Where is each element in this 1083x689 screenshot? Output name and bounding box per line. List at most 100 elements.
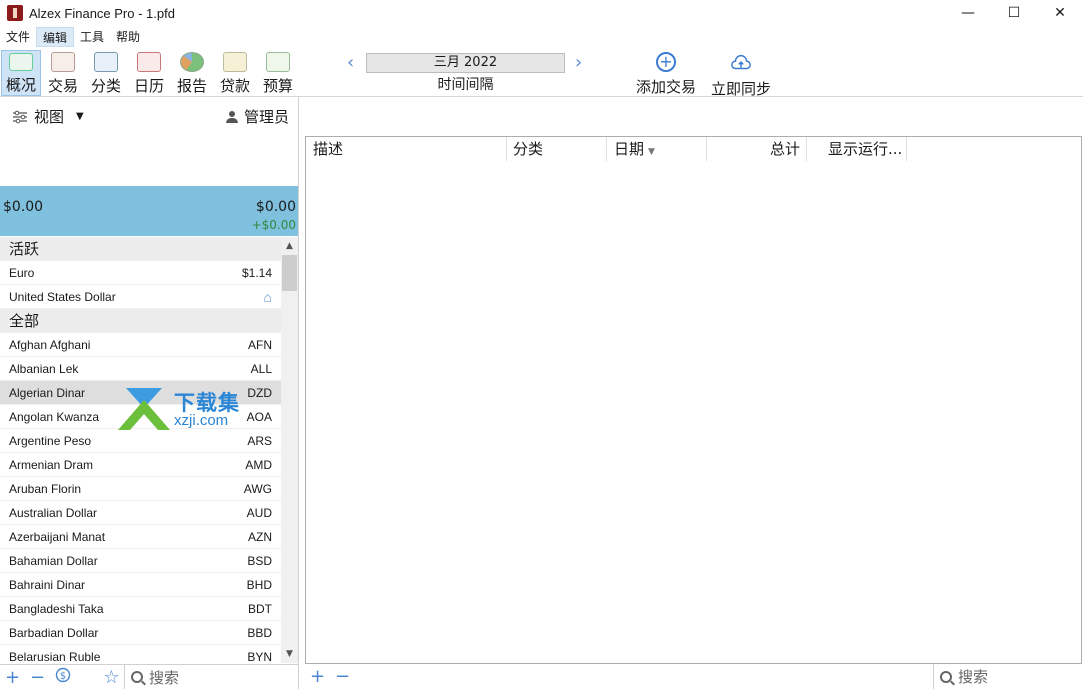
add-currency-button[interactable]: + (0, 667, 25, 688)
overview-icon (9, 53, 33, 71)
user-button[interactable]: 管理员 (226, 106, 289, 127)
currency-name: Albanian Lek (9, 361, 79, 376)
scroll-down-icon[interactable]: ▼ (281, 646, 298, 662)
right-footer: + − 搜索 (305, 664, 1083, 689)
app-logo-icon (7, 5, 23, 21)
add-transaction-button[interactable]: + 添加交易 (636, 52, 696, 97)
list-item[interactable]: Barbadian Dollar BBD (0, 621, 281, 645)
list-item[interactable]: Belarusian Ruble BYN (0, 645, 281, 664)
user-label: 管理员 (244, 108, 290, 126)
column-running-balance[interactable]: 显示运行... (807, 137, 907, 161)
panel-divider[interactable] (298, 97, 299, 689)
currency-code: BHD (246, 577, 272, 592)
menu-tools[interactable]: 工具 (74, 27, 110, 47)
add-transaction-footer-button[interactable]: + (305, 666, 330, 687)
watermark-logo-icon (118, 388, 170, 430)
tab-loans[interactable]: 贷款 (215, 50, 255, 96)
currency-name: Bangladeshi Taka (9, 601, 104, 616)
close-button[interactable]: ✕ (1037, 0, 1083, 26)
list-item[interactable]: Bahamian Dollar BSD (0, 549, 281, 573)
active-section-header: 活跃 (0, 237, 281, 261)
column-description[interactable]: 描述 (306, 137, 507, 161)
list-item[interactable]: Armenian Dram AMD (0, 453, 281, 477)
column-total[interactable]: 总计 (707, 137, 807, 161)
period-label: 时间间隔 (437, 77, 494, 93)
column-date[interactable]: 日期 ▼ (607, 137, 707, 161)
list-item[interactable]: Afghan Afghani AFN (0, 333, 281, 357)
tab-budget-label: 预算 (262, 77, 293, 95)
column-category[interactable]: 分类 (507, 137, 607, 161)
currency-code: ARS (247, 433, 272, 448)
transactions-table: 描述 分类 日期 ▼ 总计 显示运行... (305, 136, 1082, 664)
currency-name: Angolan Kwanza (9, 409, 100, 424)
menu-edit[interactable]: 编辑 (36, 27, 75, 47)
remove-currency-button[interactable]: − (25, 667, 50, 688)
view-label: 视图 (34, 108, 65, 126)
minimize-button[interactable]: — (945, 0, 991, 26)
tab-transactions[interactable]: 交易 (43, 50, 83, 96)
balance-left: $0.00 (3, 199, 44, 215)
balance-change: +$0.00 (251, 218, 296, 232)
currency-list: 活跃 Euro $1.14 United States Dollar ⌂ 全部 … (0, 237, 281, 663)
list-item[interactable]: Aruban Florin AWG (0, 477, 281, 501)
currency-name: Algerian Dinar (9, 385, 86, 400)
maximize-button[interactable]: ☐ (991, 0, 1037, 26)
svg-text:$: $ (59, 671, 65, 682)
view-dropdown[interactable]: 视图 ▼ (12, 106, 84, 127)
list-item[interactable]: United States Dollar ⌂ (0, 285, 281, 309)
list-item[interactable]: Azerbaijani Manat AZN (0, 525, 281, 549)
tab-reports[interactable]: 报告 (172, 50, 212, 96)
currency-code: AUD (246, 505, 272, 520)
list-scrollbar[interactable]: ▲ ▼ (281, 237, 298, 663)
currency-code: ALL (250, 361, 272, 376)
previous-period-button[interactable]: ‹ (347, 52, 354, 73)
menu-file[interactable]: 文件 (0, 27, 36, 47)
currency-code: BDT (248, 601, 272, 616)
home-icon: ⌂ (263, 288, 272, 305)
list-item[interactable]: Albanian Lek ALL (0, 357, 281, 381)
menu-help[interactable]: 帮助 (110, 27, 146, 47)
list-item[interactable]: Bahraini Dinar BHD (0, 573, 281, 597)
currency-name: Aruban Florin (9, 481, 82, 496)
tab-categories-label: 分类 (90, 77, 121, 95)
window-title: Alzex Finance Pro - 1.pfd (29, 5, 175, 21)
currency-name: Armenian Dram (9, 457, 94, 472)
tab-overview[interactable]: 概况 (1, 50, 41, 96)
scrollbar-thumb[interactable] (282, 255, 297, 291)
sync-now-button[interactable]: 立即同步 (711, 52, 771, 99)
next-period-button[interactable]: › (575, 52, 582, 73)
currency-name: Bahamian Dollar (9, 553, 98, 568)
exchange-rate-icon[interactable]: $ (50, 667, 75, 688)
currency-name: Belarusian Ruble (9, 649, 101, 664)
list-item[interactable]: Bangladeshi Taka BDT (0, 597, 281, 621)
transaction-search-input[interactable]: 搜索 (933, 664, 1083, 689)
tab-calendar[interactable]: 日历 (129, 50, 169, 96)
column-date-label: 日期 (614, 140, 645, 158)
remove-transaction-button[interactable]: − (330, 666, 355, 687)
tab-categories[interactable]: 分类 (86, 50, 126, 96)
budget-icon (266, 52, 290, 72)
star-icon[interactable]: ☆ (99, 667, 124, 688)
currency-code: AWG (243, 481, 272, 496)
currency-code: BYN (247, 649, 272, 664)
all-section-header: 全部 (0, 309, 281, 333)
currency-search-input[interactable]: 搜索 (124, 665, 298, 689)
currency-name: Azerbaijani Manat (9, 529, 106, 544)
user-icon (226, 110, 238, 123)
tab-loans-label: 贷款 (219, 77, 250, 95)
left-panel-header: 视图 ▼ 管理员 (0, 100, 300, 132)
loans-icon (223, 52, 247, 72)
plus-circle-icon: + (656, 52, 676, 72)
scroll-up-icon[interactable]: ▲ (281, 238, 298, 254)
period-selector[interactable]: 三月 2022 (366, 53, 565, 73)
search-placeholder: 搜索 (149, 668, 180, 687)
search-placeholder: 搜索 (958, 668, 989, 686)
currency-name: Argentine Peso (9, 433, 92, 448)
add-transaction-label: 添加交易 (636, 78, 697, 96)
currency-name: Euro (9, 265, 35, 280)
transactions-icon (51, 52, 75, 72)
list-item[interactable]: Euro $1.14 (0, 261, 281, 285)
search-icon (940, 670, 952, 683)
tab-budget[interactable]: 预算 (258, 50, 298, 96)
list-item[interactable]: Australian Dollar AUD (0, 501, 281, 525)
